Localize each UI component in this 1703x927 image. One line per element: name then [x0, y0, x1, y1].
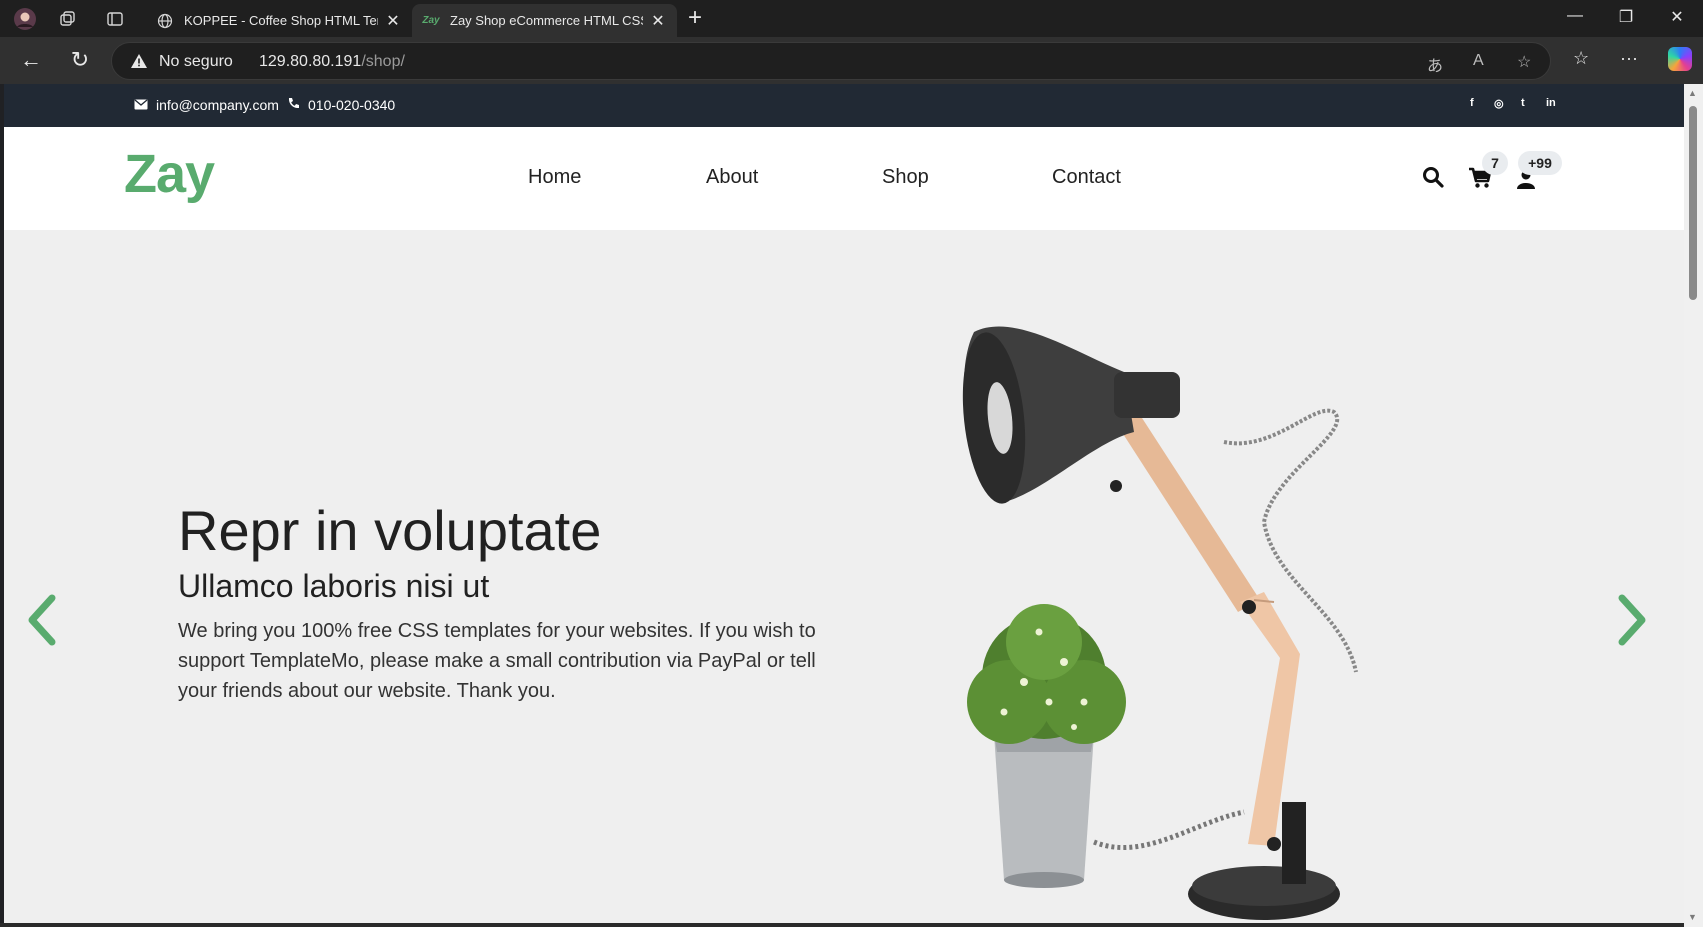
site-logo[interactable]: Zay [124, 143, 215, 205]
url-host: 129.80.80.191 [259, 53, 362, 70]
tab-koppee[interactable]: KOPPEE - Coffee Shop HTML Tem ✕ [146, 4, 412, 37]
hero-product-image [944, 282, 1384, 923]
user-count-badge: +99 [1518, 151, 1562, 175]
zay-favicon-icon: Zay [422, 15, 440, 26]
linkedin-icon[interactable]: in [1546, 97, 1556, 109]
address-bar[interactable]: No seguro 129.80.80.191/shop/ あ A ☆ [111, 42, 1551, 80]
scroll-down-icon[interactable]: ▼ [1688, 912, 1697, 922]
email-contact[interactable]: info@company.com [134, 97, 279, 113]
workspaces-icon[interactable] [55, 6, 81, 32]
close-tab-icon[interactable]: ✕ [649, 11, 667, 31]
back-arrow-icon[interactable]: ← [16, 47, 46, 73]
top-info-bar: info@company.com 010-020-0340 f ◎ t in [4, 84, 1684, 127]
new-tab-button[interactable]: + [688, 5, 702, 31]
phone-icon [287, 97, 300, 113]
tab-actions-icon[interactable] [102, 6, 128, 32]
close-window-button[interactable]: ✕ [1662, 7, 1692, 27]
horizontal-scrollbar[interactable] [0, 923, 1684, 927]
chevron-left-icon [28, 594, 56, 646]
hero-description: We bring you 100% free CSS templates for… [178, 620, 816, 702]
cart-count-badge: 7 [1482, 151, 1508, 175]
browser-tab-bar: KOPPEE - Coffee Shop HTML Tem ✕ Zay Zay … [0, 0, 1703, 37]
scrollbar-thumb[interactable] [1689, 106, 1697, 300]
email-text: info@company.com [156, 97, 279, 113]
envelope-icon [134, 97, 148, 113]
reload-icon[interactable]: ↻ [65, 47, 95, 73]
nav-home[interactable]: Home [528, 166, 581, 189]
minimize-button[interactable]: — [1560, 7, 1590, 25]
url-text[interactable]: 129.80.80.191/shop/ [259, 53, 405, 71]
hero-carousel: Repr in voluptate Ullamco laboris nisi u… [4, 230, 1684, 923]
search-icon[interactable] [1422, 166, 1444, 193]
scroll-up-icon[interactable]: ▲ [1688, 88, 1697, 98]
chevron-right-icon [1618, 594, 1646, 646]
restore-button[interactable]: ❐ [1611, 7, 1641, 27]
vertical-scrollbar[interactable]: ▲ ▼ [1684, 84, 1703, 927]
profile-avatar-icon[interactable] [12, 6, 38, 32]
close-tab-icon[interactable]: ✕ [384, 11, 402, 31]
instagram-icon[interactable]: ◎ [1494, 97, 1504, 110]
hero-subtitle: Ullamco laboris nisi ut [178, 568, 490, 604]
tab-title: Zay Shop eCommerce HTML CSS [450, 13, 643, 28]
nav-shop[interactable]: Shop [882, 166, 929, 189]
url-path: /shop/ [361, 53, 405, 70]
browser-toolbar: ← ↻ No seguro 129.80.80.191/shop/ あ A ☆ … [0, 37, 1703, 84]
page-viewport: info@company.com 010-020-0340 f ◎ t in Z… [4, 84, 1684, 923]
warning-icon[interactable] [130, 53, 148, 74]
favorite-star-icon[interactable]: ☆ [1517, 52, 1531, 72]
carousel-next-button[interactable] [1614, 590, 1652, 655]
globe-icon [156, 12, 174, 30]
phone-contact[interactable]: 010-020-0340 [287, 97, 395, 113]
carousel-prev-button[interactable] [22, 590, 60, 655]
tab-title: KOPPEE - Coffee Shop HTML Tem [184, 13, 378, 28]
tab-zay-shop[interactable]: Zay Zay Shop eCommerce HTML CSS ✕ [412, 4, 677, 37]
nav-contact[interactable]: Contact [1052, 166, 1121, 189]
nav-about[interactable]: About [706, 166, 758, 189]
copilot-icon[interactable] [1668, 47, 1692, 71]
favorites-icon[interactable]: ☆ [1573, 48, 1589, 69]
twitter-icon[interactable]: t [1521, 97, 1525, 109]
facebook-icon[interactable]: f [1470, 97, 1474, 109]
more-options-icon[interactable]: ··· [1620, 48, 1638, 69]
site-header: Zay Home About Shop Contact 7 +99 [4, 127, 1684, 230]
translate-icon[interactable]: あ [1427, 52, 1443, 76]
read-aloud-icon[interactable]: A [1473, 52, 1484, 70]
hero-title: Repr in voluptate [178, 499, 602, 562]
security-label[interactable]: No seguro [159, 53, 233, 71]
phone-text: 010-020-0340 [308, 97, 396, 113]
